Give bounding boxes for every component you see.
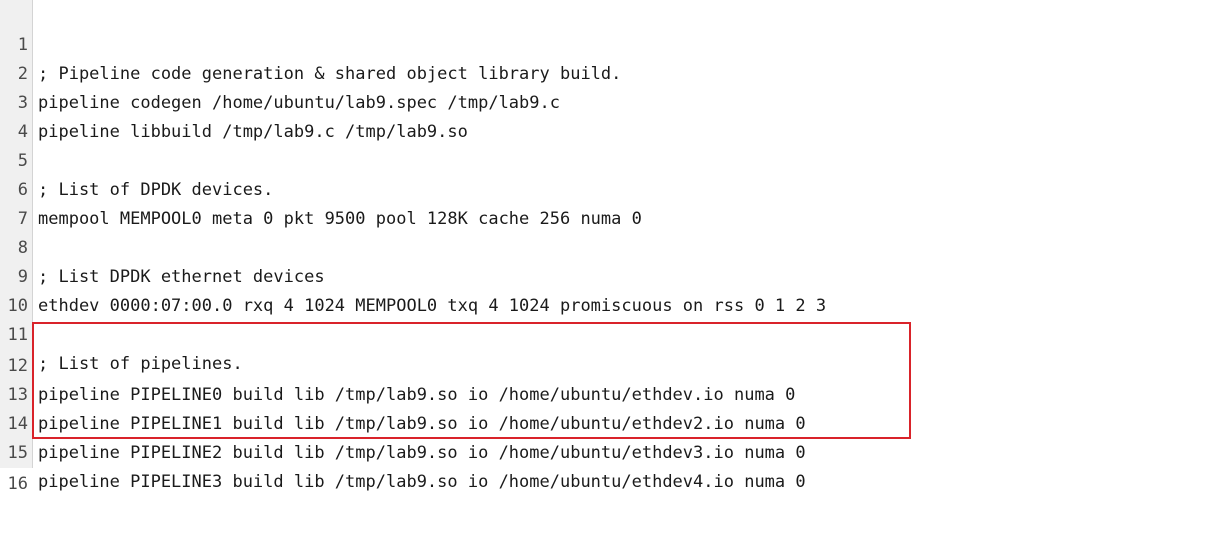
code-line[interactable]: 10 [0,263,1211,316]
code-line[interactable]: 8 ; List DPDK ethernet devices [0,205,1211,287]
code-line[interactable]: 7 [0,176,1211,229]
line-text: pipeline PIPELINE3 build lib /tmp/lab9.s… [38,472,806,492]
code-line[interactable]: 12 pipeline PIPELINE0 build lib /tmp/lab… [0,323,1211,405]
code-line[interactable]: 16 [0,441,1211,494]
code-line[interactable]: 4 [0,89,1211,142]
code-line[interactable]: 9 ethdev 0000:07:00.0 rxq 4 1024 MEMPOOL… [0,234,1211,316]
code-line[interactable]: 2 pipeline codegen /home/ubuntu/lab9.spe… [0,31,1211,113]
code-line[interactable]: 15 pipeline PIPELINE3 build lib /tmp/lab… [0,410,1211,492]
code-line[interactable]: 6 mempool MEMPOOL0 meta 0 pkt 9500 pool … [0,147,1211,229]
code-editor[interactable]: 1 ; Pipeline code generation & shared ob… [0,0,1211,494]
code-line[interactable]: 3 pipeline libbuild /tmp/lab9.c /tmp/lab… [0,60,1211,142]
code-line[interactable]: 5 ; List of DPDK devices. [0,118,1211,200]
code-line[interactable]: 1 ; Pipeline code generation & shared ob… [0,2,1211,84]
line-number: 16 [7,474,28,494]
code-line[interactable]: 14 pipeline PIPELINE2 build lib /tmp/lab… [0,381,1211,463]
code-line[interactable]: 11 ; List of pipelines. [0,292,1211,374]
code-line[interactable]: 13 pipeline PIPELINE1 build lib /tmp/lab… [0,352,1211,434]
